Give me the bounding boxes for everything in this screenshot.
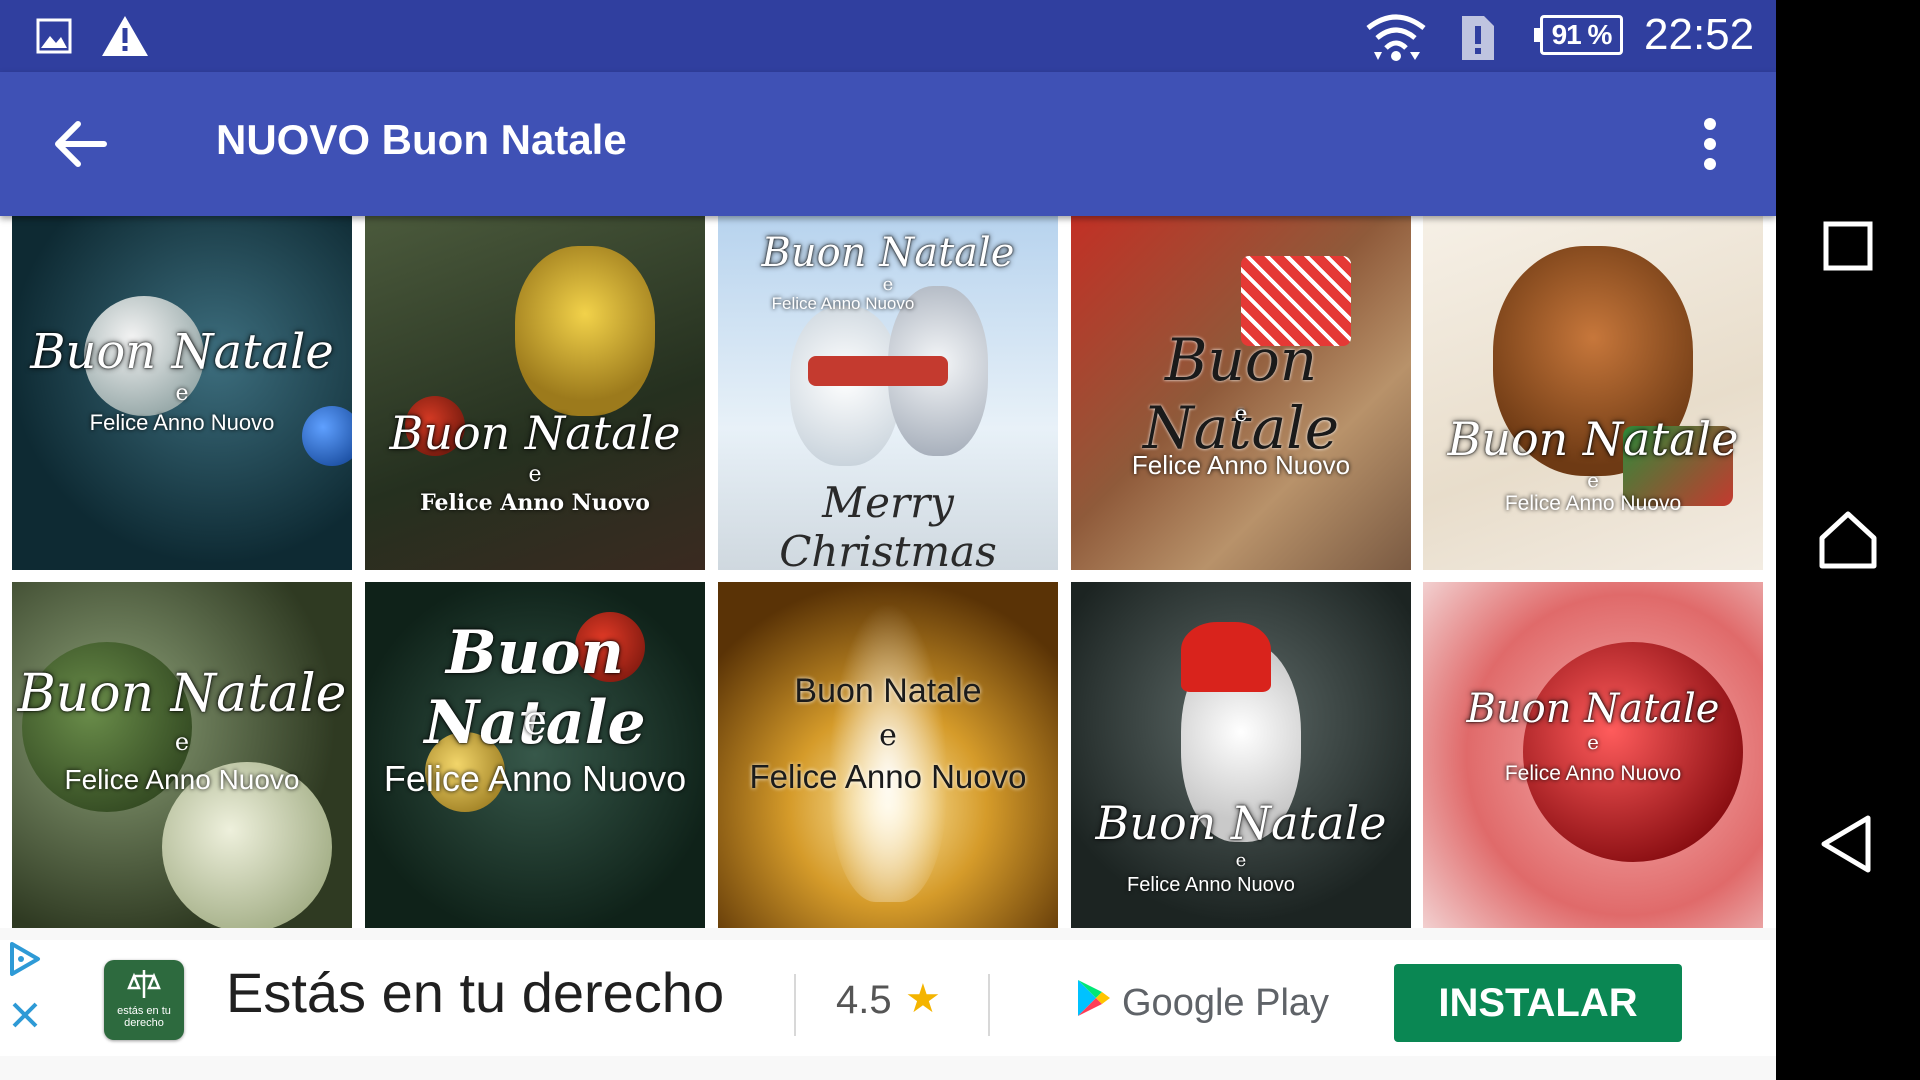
- google-play-icon: [1076, 978, 1112, 1023]
- back-button[interactable]: [44, 108, 124, 180]
- more-vert-icon: [1704, 118, 1716, 170]
- nav-back-button[interactable]: [1816, 812, 1880, 876]
- ad-banner[interactable]: estás en tu derecho Estás en tu derecho …: [0, 928, 1776, 1080]
- home-icon: [1819, 511, 1877, 569]
- gallery-item-5[interactable]: Buon Natale e Felice Anno Nuovo: [1423, 216, 1763, 570]
- recents-square-icon: [1823, 221, 1873, 271]
- app-bar: NUOVO Buon Natale: [0, 72, 1776, 216]
- image-icon: [36, 18, 72, 59]
- recents-button[interactable]: [1816, 214, 1880, 278]
- divider: [794, 974, 796, 1036]
- ad-content[interactable]: estás en tu derecho Estás en tu derecho …: [0, 940, 1776, 1056]
- gallery-item-3[interactable]: Buon Natale e Felice Anno Nuovo Merry Ch…: [718, 216, 1058, 570]
- sim-alert-icon: [1458, 12, 1498, 69]
- status-bar: 91 % 22:52: [0, 0, 1776, 72]
- close-ad-icon[interactable]: [10, 1000, 40, 1035]
- gallery-item-9[interactable]: Buon Natale e Felice Anno Nuovo: [1071, 582, 1411, 928]
- home-button[interactable]: [1816, 508, 1880, 572]
- divider: [988, 974, 990, 1036]
- clock: 22:52: [1644, 10, 1755, 59]
- page-title: NUOVO Buon Natale: [216, 116, 627, 163]
- star-icon: ★: [905, 977, 941, 1021]
- ad-title[interactable]: Estás en tu derecho: [226, 960, 724, 1025]
- ad-store-label: Google Play: [1122, 982, 1330, 1024]
- arrow-back-icon: [55, 121, 107, 167]
- gallery-item-7[interactable]: Buon Natale e Felice Anno Nuovo: [365, 582, 705, 928]
- ad-choices-icon[interactable]: [8, 942, 42, 981]
- image-gallery: Buon Natale e Felice Anno Nuovo Buon Nat…: [0, 216, 1776, 928]
- warning-icon: [100, 14, 150, 63]
- wifi-icon: [1366, 14, 1426, 69]
- back-triangle-icon: [1821, 815, 1871, 873]
- ad-app-icon[interactable]: estás en tu derecho: [104, 960, 184, 1040]
- ad-rating: 4.5: [836, 978, 892, 1022]
- navigation-bar: [1776, 0, 1920, 1080]
- gallery-item-2[interactable]: Buon Natale e Felice Anno Nuovo: [365, 216, 705, 570]
- gallery-item-8[interactable]: Buon Natale e Felice Anno Nuovo: [718, 582, 1058, 928]
- gallery-item-6[interactable]: Buon Natale e Felice Anno Nuovo: [12, 582, 352, 928]
- battery-indicator: 91 %: [1534, 15, 1623, 55]
- overflow-menu-button[interactable]: [1690, 114, 1730, 174]
- install-button[interactable]: INSTALAR: [1394, 964, 1682, 1042]
- gallery-item-1[interactable]: Buon Natale e Felice Anno Nuovo: [12, 216, 352, 570]
- gallery-item-4[interactable]: Buon Natale e Felice Anno Nuovo: [1071, 216, 1411, 570]
- gallery-item-10[interactable]: Buon Natale e Felice Anno Nuovo: [1423, 582, 1763, 928]
